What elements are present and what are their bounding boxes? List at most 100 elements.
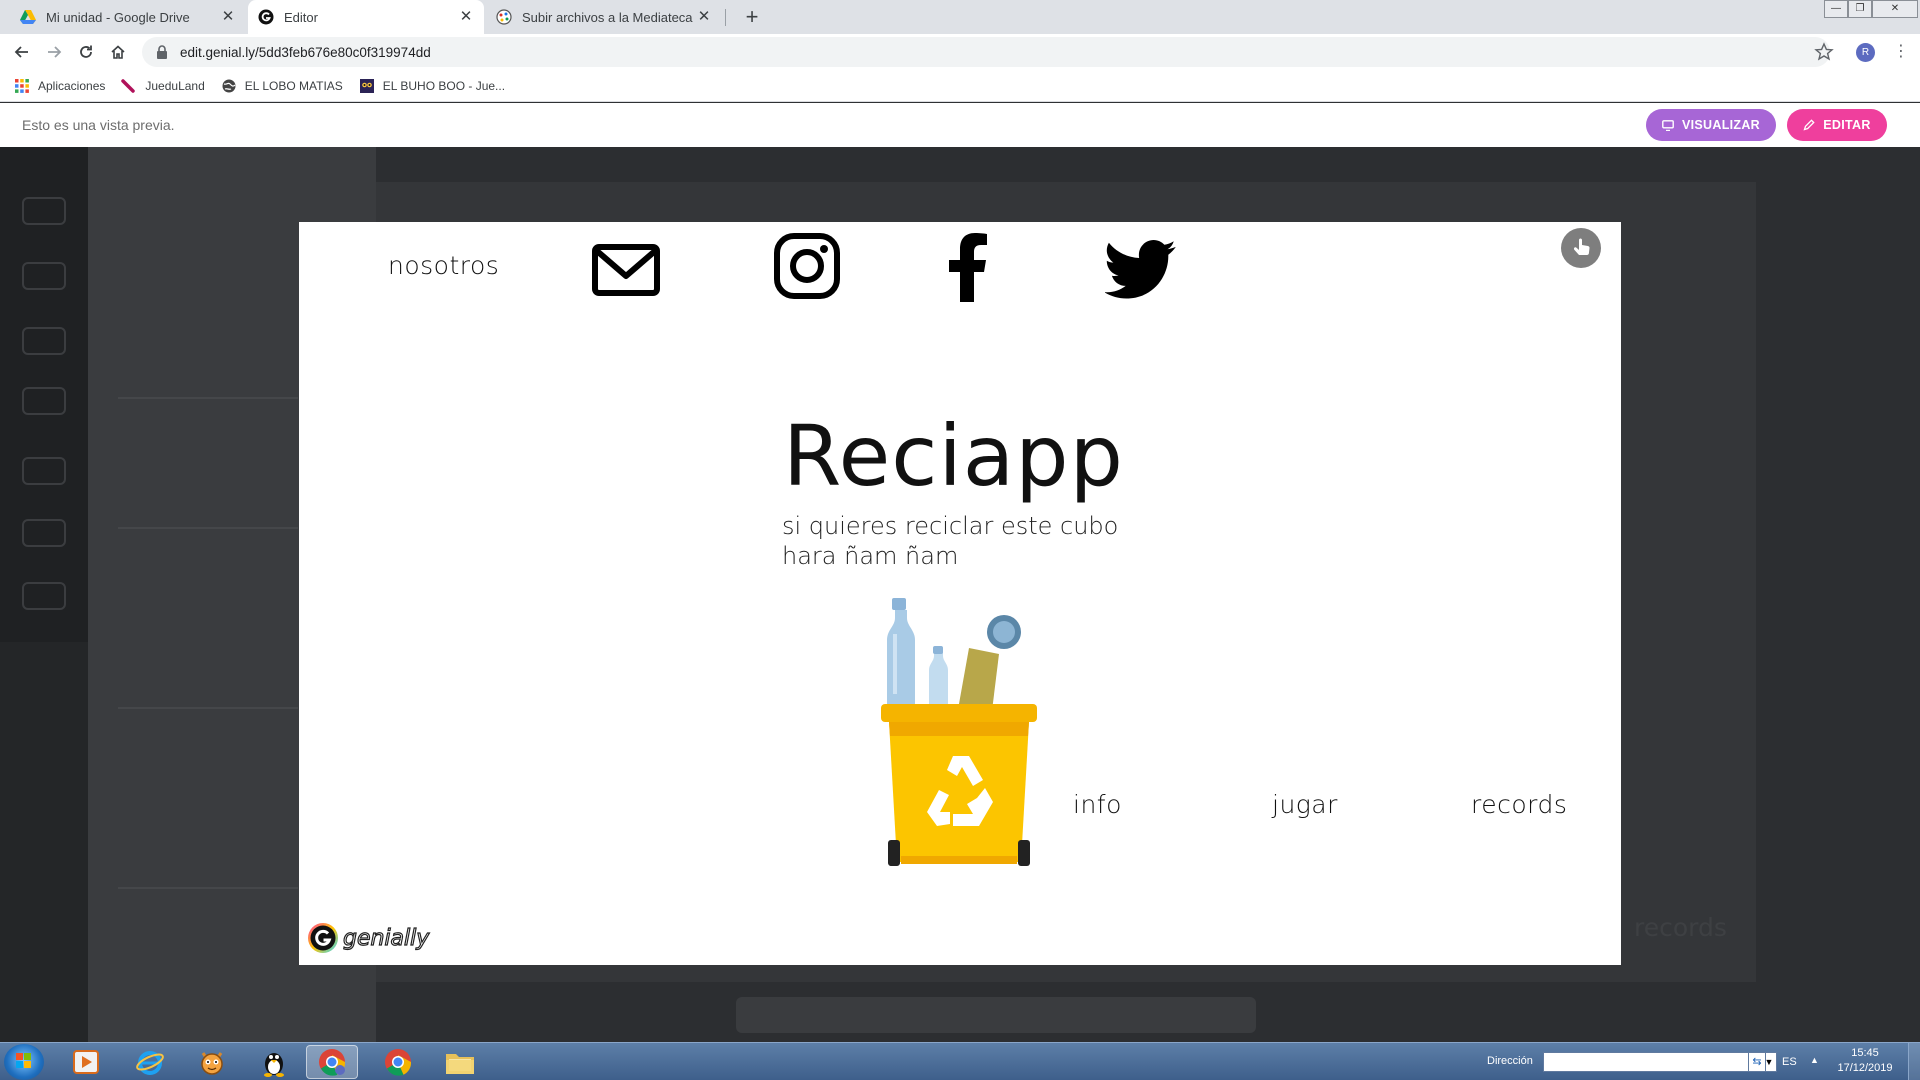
monitor-icon (1662, 119, 1674, 131)
close-window-button[interactable]: ✕ (1872, 0, 1918, 18)
bookmark-star-icon[interactable] (1814, 42, 1834, 62)
rail-images-tool (22, 262, 66, 290)
rail-resources-tool (22, 327, 66, 355)
forward-button[interactable] (40, 38, 68, 66)
clock-date: 17/12/2019 (1837, 1062, 1893, 1074)
visualize-label: VISUALIZAR (1682, 118, 1760, 132)
system-clock[interactable]: 15:45 17/12/2019 (1825, 1046, 1905, 1076)
tab-title: Subir archivos a la Mediateca | M (522, 9, 696, 25)
edit-label: EDITAR (1823, 118, 1871, 132)
lock-icon (157, 45, 167, 59)
tab-title: Mi unidad - Google Drive (46, 9, 190, 25)
rail-text-tool (22, 197, 66, 225)
ghost-records-label: records (1634, 913, 1727, 942)
windows-logo-icon (16, 1053, 31, 1068)
tab-mediateca[interactable]: Subir archivos a la Mediateca | M ✕ (486, 0, 722, 34)
bookmark-label: EL BUHO BOO - Jue... (382, 78, 506, 93)
editor-sidebar-rail (0, 147, 88, 642)
tab-google-drive[interactable]: Mi unidad - Google Drive ✕ (10, 0, 246, 34)
minimize-window-button[interactable]: — (1824, 0, 1848, 18)
edit-button[interactable]: EDITAR (1787, 109, 1887, 141)
chrome-icon (319, 1049, 346, 1076)
genially-brand-logo[interactable]: genially (307, 922, 430, 954)
mediateca-icon (496, 9, 512, 25)
taskbar-linux[interactable] (248, 1045, 300, 1079)
address-go-button[interactable]: ⇆ (1748, 1052, 1766, 1072)
bookmark-el-buho-boo[interactable]: EL BUHO BOO - Jue... (359, 78, 505, 94)
instagram-icon[interactable] (774, 233, 840, 299)
bookmark-label: JueduLand (145, 78, 205, 93)
bookmark-label: EL LOBO MATIAS (244, 78, 343, 93)
home-button[interactable] (104, 38, 132, 66)
twitter-icon[interactable] (1105, 240, 1177, 300)
globe-icon (222, 79, 236, 92)
taskbar-scratch[interactable] (186, 1045, 238, 1079)
browser-toolbar: edit.genial.ly/5dd3feb676e80c0f319974dd … (0, 34, 1920, 70)
nosotros-link[interactable]: nosotros (388, 251, 499, 280)
tab-separator (725, 9, 726, 26)
bookmark-aplicaciones[interactable]: Aplicaciones (14, 78, 105, 94)
rail-interactive-tool (22, 387, 66, 415)
touch-hand-button[interactable] (1561, 228, 1601, 268)
bookmark-el-lobo-matias[interactable]: EL LOBO MATIAS (221, 78, 343, 94)
jugar-link[interactable]: jugar (1272, 790, 1338, 819)
back-button[interactable] (8, 38, 36, 66)
reload-button[interactable] (72, 38, 100, 66)
home-icon (111, 45, 125, 59)
profile-avatar[interactable]: R (1856, 43, 1875, 62)
apps-grid-icon (15, 78, 29, 93)
visualize-button[interactable]: VISUALIZAR (1646, 109, 1776, 141)
start-button[interactable] (4, 1044, 44, 1080)
pencil-icon (1803, 119, 1815, 131)
slide-title: Reciapp (783, 407, 1124, 505)
tab-title: Editor (284, 9, 318, 25)
rail-smartblocks-tool (22, 519, 66, 547)
panel-divider (118, 707, 298, 709)
clock-time: 15:45 (1851, 1047, 1879, 1059)
tray-expand-icon[interactable]: ▲ (1810, 1055, 1819, 1065)
editor-sidebar-rail-lower (0, 642, 88, 1042)
preview-notice: Esto es una vista previa. (22, 117, 175, 133)
bookmarks-bar: Aplicaciones JueduLand EL LOBO MATIAS EL… (0, 70, 1920, 102)
panel-divider (118, 527, 298, 529)
close-tab-icon[interactable]: ✕ (220, 9, 236, 25)
screen: Mi unidad - Google Drive ✕ Editor ✕ Subi… (0, 0, 1920, 1080)
address-bar[interactable]: edit.genial.ly/5dd3feb676e80c0f319974dd (142, 37, 1830, 67)
language-indicator[interactable]: ES (1782, 1056, 1797, 1068)
show-desktop-button[interactable] (1908, 1043, 1920, 1080)
restore-window-button[interactable]: ❐ (1848, 0, 1872, 18)
slide-subtitle-line1: si quieres reciclar este cubo (782, 512, 1119, 540)
arrow-left-icon (14, 46, 28, 58)
bookmark-jueduland[interactable]: JueduLand (121, 78, 205, 94)
facebook-icon[interactable] (947, 232, 989, 302)
address-toolbar-input[interactable]: ▼ (1543, 1052, 1777, 1072)
panel-divider (118, 397, 298, 399)
internet-explorer-icon (136, 1051, 164, 1075)
close-tab-icon[interactable]: ✕ (696, 9, 712, 25)
taskbar-chrome-active[interactable] (306, 1045, 358, 1079)
jueduland-icon (121, 78, 136, 93)
taskbar-chrome[interactable] (372, 1045, 424, 1079)
taskbar-internet-explorer[interactable] (124, 1045, 176, 1079)
folder-icon (446, 1054, 474, 1074)
bookmark-label: Aplicaciones (38, 78, 106, 93)
info-link[interactable]: info (1073, 790, 1122, 819)
editor-bottom-toolbar (736, 997, 1256, 1033)
tab-editor[interactable]: Editor ✕ (248, 0, 484, 34)
reload-icon (80, 45, 92, 58)
genially-logo-icon (308, 923, 338, 953)
taskbar-file-explorer[interactable] (434, 1045, 486, 1079)
close-tab-icon[interactable]: ✕ (458, 9, 474, 25)
linux-tux-icon (264, 1053, 284, 1077)
arrow-right-icon (48, 46, 62, 58)
new-tab-button[interactable]: + (738, 4, 766, 32)
scratch-cat-icon (201, 1052, 223, 1075)
mail-icon[interactable] (592, 244, 660, 296)
genially-slide: nosotros Reciapp si quieres reciclar est… (299, 222, 1621, 965)
records-link[interactable]: records (1471, 790, 1567, 819)
browser-menu-icon[interactable]: ⋮ (1893, 41, 1909, 63)
chrome-icon (385, 1049, 412, 1076)
yellow-recycling-bin-illustration (881, 598, 1037, 866)
taskbar-media-player[interactable] (60, 1045, 112, 1079)
panel-divider (118, 887, 298, 889)
